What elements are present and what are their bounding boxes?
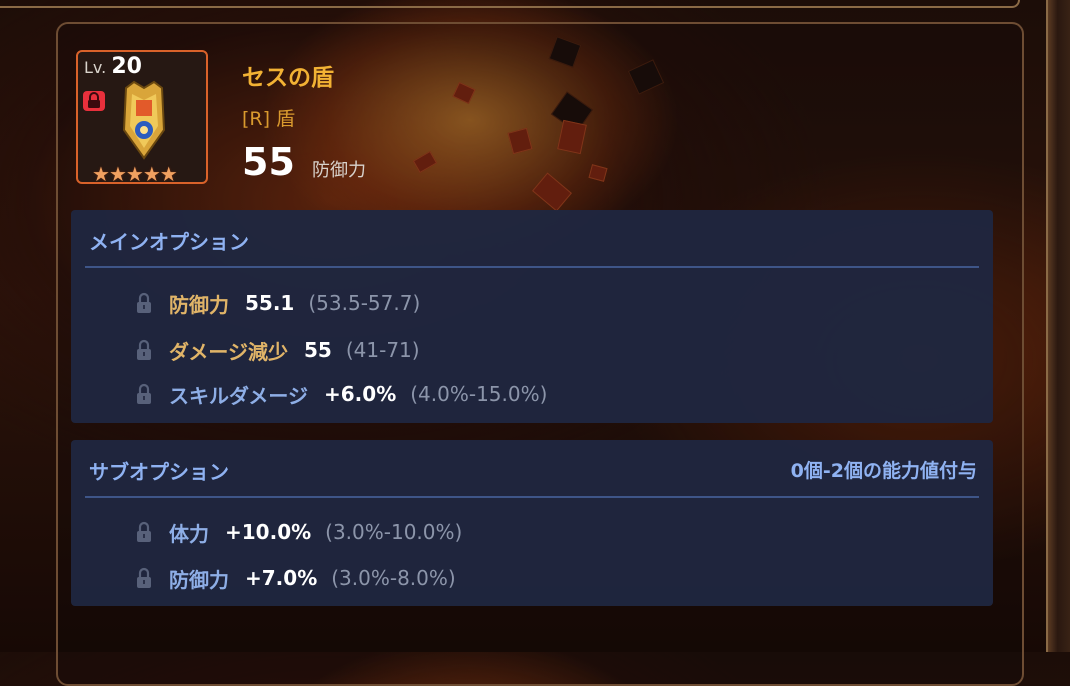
main-stat-row: ダメージ減少 55 (41-71) (135, 335, 420, 365)
padlock-gray-icon[interactable] (135, 383, 153, 405)
level-indicator: Lv. 20 (84, 54, 142, 79)
star-icon: ★ (92, 162, 110, 186)
sub-option-note: 0個-2個の能力値付与 (790, 460, 977, 482)
main-stat-row: スキルダメージ +6.0% (4.0%-15.0%) (135, 379, 547, 409)
window-edge (1046, 0, 1070, 652)
stat-name: ダメージ減少 (169, 339, 288, 364)
stat-value: +10.0% (225, 520, 312, 544)
stat-range: (41-71) (345, 338, 420, 362)
sub-option-title: サブオプション (89, 460, 229, 484)
stat-name: 防御力 (169, 567, 229, 592)
padlock-red-icon[interactable] (82, 90, 106, 112)
main-option-title: メインオプション (89, 230, 249, 254)
divider (85, 496, 979, 498)
item-thumbnail[interactable]: Lv. 20 ★★★★★ (76, 50, 208, 186)
item-power-label: 防御力 (312, 160, 366, 181)
star-icon: ★ (108, 162, 127, 186)
padlock-gray-icon[interactable] (135, 339, 153, 361)
top-frame (0, 0, 1020, 8)
sub-stat-row: 防御力 +7.0% (3.0%-8.0%) (135, 563, 456, 593)
item-type: [R] 盾 (242, 108, 296, 130)
sub-option-section: サブオプション 0個-2個の能力値付与 体力 +10.0% (3.0%-10.0… (71, 440, 993, 606)
star-icon: ★ (142, 162, 161, 186)
stat-name: スキルダメージ (169, 383, 308, 408)
stat-range: (3.0%-10.0%) (325, 520, 463, 544)
rarity-stars: ★★★★★ (92, 162, 178, 186)
stat-range: (53.5-57.7) (308, 291, 421, 315)
divider (85, 266, 979, 268)
stat-range: (3.0%-8.0%) (331, 566, 456, 590)
star-icon: ★ (125, 162, 144, 186)
stat-name: 体力 (169, 521, 209, 546)
stat-value: 55.1 (245, 291, 295, 315)
item-power-value: 55 (242, 140, 295, 184)
main-option-section: メインオプション 防御力 55.1 (53.5-57.7) ダメージ減少 55 … (71, 210, 993, 423)
stat-value: +7.0% (245, 566, 318, 590)
item-name: セスの盾 (242, 65, 334, 91)
stat-value: +6.0% (324, 382, 397, 406)
stat-name: 防御力 (169, 292, 229, 317)
padlock-gray-icon[interactable] (135, 521, 153, 543)
main-stat-row: 防御力 55.1 (53.5-57.7) (135, 288, 420, 318)
stat-range: (4.0%-15.0%) (410, 382, 548, 406)
sub-stat-row: 体力 +10.0% (3.0%-10.0%) (135, 517, 462, 547)
padlock-gray-icon[interactable] (135, 567, 153, 589)
level-value: 20 (111, 54, 142, 79)
padlock-gray-icon[interactable] (135, 292, 153, 314)
stat-value: 55 (304, 338, 332, 362)
level-label: Lv. (84, 58, 107, 77)
shield-icon (122, 80, 166, 160)
star-icon: ★ (159, 162, 178, 186)
